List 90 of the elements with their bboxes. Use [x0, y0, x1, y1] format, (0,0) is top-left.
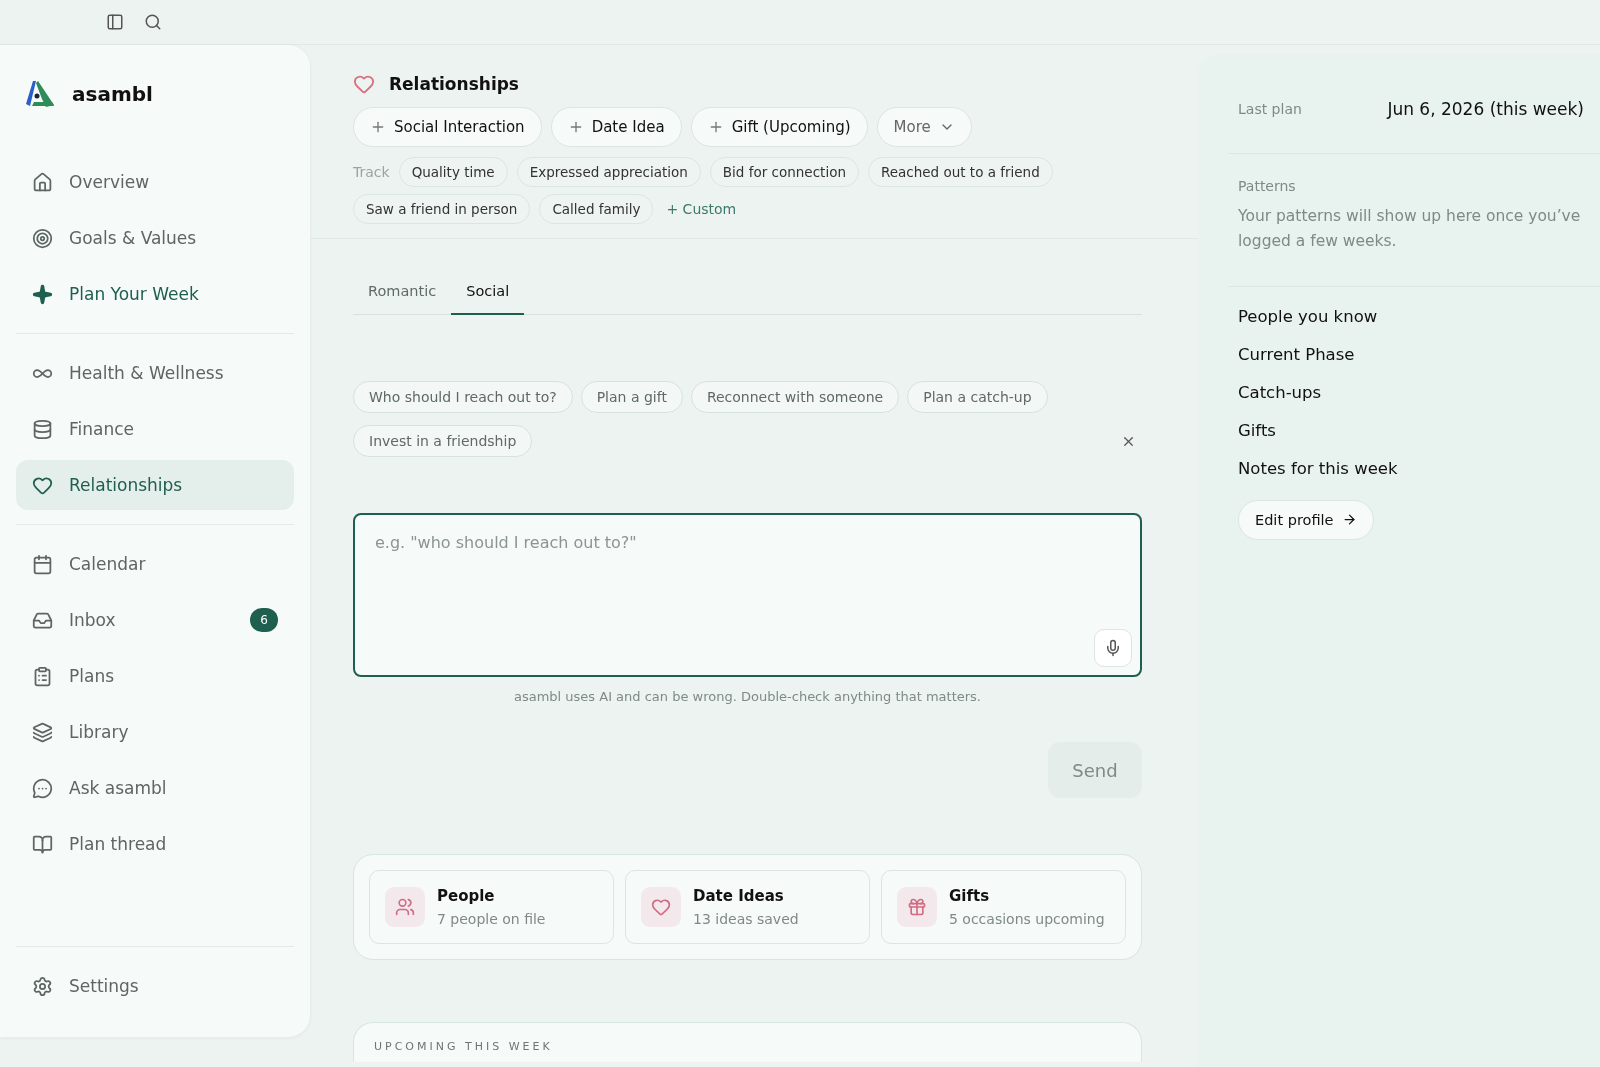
nav-label: Settings [69, 976, 140, 996]
nav-item[interactable]: Plans [16, 651, 294, 701]
card-title: Gifts [949, 887, 991, 905]
nav-item[interactable]: Health & Wellness [16, 348, 294, 398]
track-chip[interactable]: Bid for connection [709, 157, 859, 187]
nav-label: Health & Wellness [69, 363, 225, 383]
nav-item[interactable]: Relationships [16, 460, 294, 510]
patterns-text: Your patterns will show up here once you’ve logged a few weeks. [1238, 206, 1582, 252]
people-icon [385, 887, 425, 927]
card-subtitle: 7 people on file [437, 911, 546, 927]
search-icon[interactable] [144, 13, 162, 31]
custom-link[interactable]: + Custom [662, 201, 741, 217]
nav-item[interactable]: Goals & Values [16, 213, 294, 263]
add-button[interactable]: Date Idea [550, 107, 682, 147]
disclaimer: asambl uses AI and can be wrong. Double-check anything that matters. [513, 689, 982, 704]
track-chip[interactable]: Called family [539, 194, 654, 224]
calendar-icon [32, 553, 53, 575]
nav-label: Plan thread [69, 834, 168, 854]
last-plan-label: Last plan [1238, 101, 1302, 117]
panel-link[interactable]: Current Phase [1238, 344, 1590, 364]
target-icon [32, 227, 53, 249]
nav-label: Relationships [69, 475, 184, 495]
logo-icon [24, 79, 56, 109]
nav-label: Finance [69, 419, 136, 439]
patterns-label: Patterns [1238, 178, 1297, 194]
panel-link[interactable]: People you know [1238, 306, 1590, 326]
nav-item[interactable]: Plan thread [16, 819, 294, 869]
suggestion-chip[interactable]: Plan a gift [580, 381, 683, 413]
card-subtitle: 13 ideas saved [693, 911, 799, 927]
track-label: Track [353, 164, 390, 180]
sidebar-toggle-icon[interactable] [106, 13, 124, 31]
nav-item[interactable]: Calendar [16, 539, 294, 589]
layers-icon [32, 721, 53, 743]
suggestion-chip[interactable]: Reconnect with someone [690, 381, 900, 413]
gift-icon [897, 887, 937, 927]
suggestion-chip[interactable]: Invest in a friendship [353, 425, 533, 457]
nav-label: Plans [69, 666, 116, 686]
tab[interactable]: Romantic [353, 269, 452, 315]
nav-label: Inbox [69, 610, 117, 630]
settings-icon [32, 975, 53, 997]
summary-card[interactable]: Date Ideas 13 ideas saved [625, 870, 870, 944]
clipboard-icon [32, 665, 53, 687]
nav-item[interactable]: Ask asambl [16, 763, 294, 813]
track-chip[interactable]: Saw a friend in person [353, 194, 531, 224]
track-chip[interactable]: Quality time [398, 157, 508, 187]
card-title: Date Ideas [693, 887, 785, 905]
nav-item[interactable]: Overview [16, 157, 294, 207]
brand-name: asambl [72, 82, 153, 106]
summary-card[interactable]: People 7 people on file [369, 870, 614, 944]
nav-item[interactable]: Plan Your Week [16, 269, 294, 319]
nav-label: Overview [69, 172, 151, 192]
nav-label: Ask asambl [69, 778, 168, 798]
section-heading: UPCOMING THIS WEEK [374, 1040, 553, 1053]
suggestion-chip[interactable]: Plan a catch-up [907, 381, 1048, 413]
sparkle-icon [32, 283, 53, 305]
close-icon[interactable] [1121, 434, 1136, 449]
track-chip[interactable]: Expressed appreciation [516, 157, 701, 187]
message-field[interactable]: e.g. "who should I reach out to?" [353, 513, 1142, 677]
arrow-right-icon [1341, 512, 1357, 528]
page-title: Relationships [389, 74, 519, 94]
chat-icon [32, 777, 53, 799]
nav-item[interactable]: Library [16, 707, 294, 757]
tab[interactable]: Social [451, 269, 525, 315]
home-icon [32, 171, 53, 193]
summary-card[interactable]: Gifts 5 occasions upcoming [881, 870, 1126, 944]
edit-profile-button[interactable]: Edit profile [1238, 499, 1374, 540]
count-badge: 6 [250, 608, 278, 632]
card-subtitle: 5 occasions upcoming [949, 911, 1105, 927]
coins-icon [32, 418, 53, 440]
suggestion-chip[interactable]: Who should I reach out to? [353, 381, 573, 413]
track-chip[interactable]: Reached out to a friend [867, 157, 1053, 187]
microphone-icon[interactable] [1094, 629, 1132, 667]
heart-icon [353, 73, 375, 95]
settings-item[interactable]: Settings [16, 961, 294, 1011]
panel-link[interactable]: Gifts [1238, 420, 1590, 440]
panel-link[interactable]: Catch-ups [1238, 382, 1590, 402]
nav-label: Plan Your Week [69, 284, 200, 304]
plus-icon [370, 119, 386, 135]
book-icon [32, 833, 53, 855]
nav-item[interactable]: Inbox 6 [16, 595, 294, 645]
nav-label: Calendar [69, 554, 147, 574]
add-button[interactable]: Social Interaction [353, 107, 542, 147]
nav-label: Library [69, 722, 130, 742]
panel-link[interactable]: Notes for this week [1238, 458, 1590, 478]
nav-label: Goals & Values [69, 228, 198, 248]
last-plan-date: Jun 6, 2026 (this week) [1387, 99, 1584, 119]
more-button[interactable]: More [876, 107, 972, 147]
nav-item[interactable]: Finance [16, 404, 294, 454]
card-title: People [437, 887, 496, 905]
add-button[interactable]: Gift (Upcoming) [690, 107, 868, 147]
